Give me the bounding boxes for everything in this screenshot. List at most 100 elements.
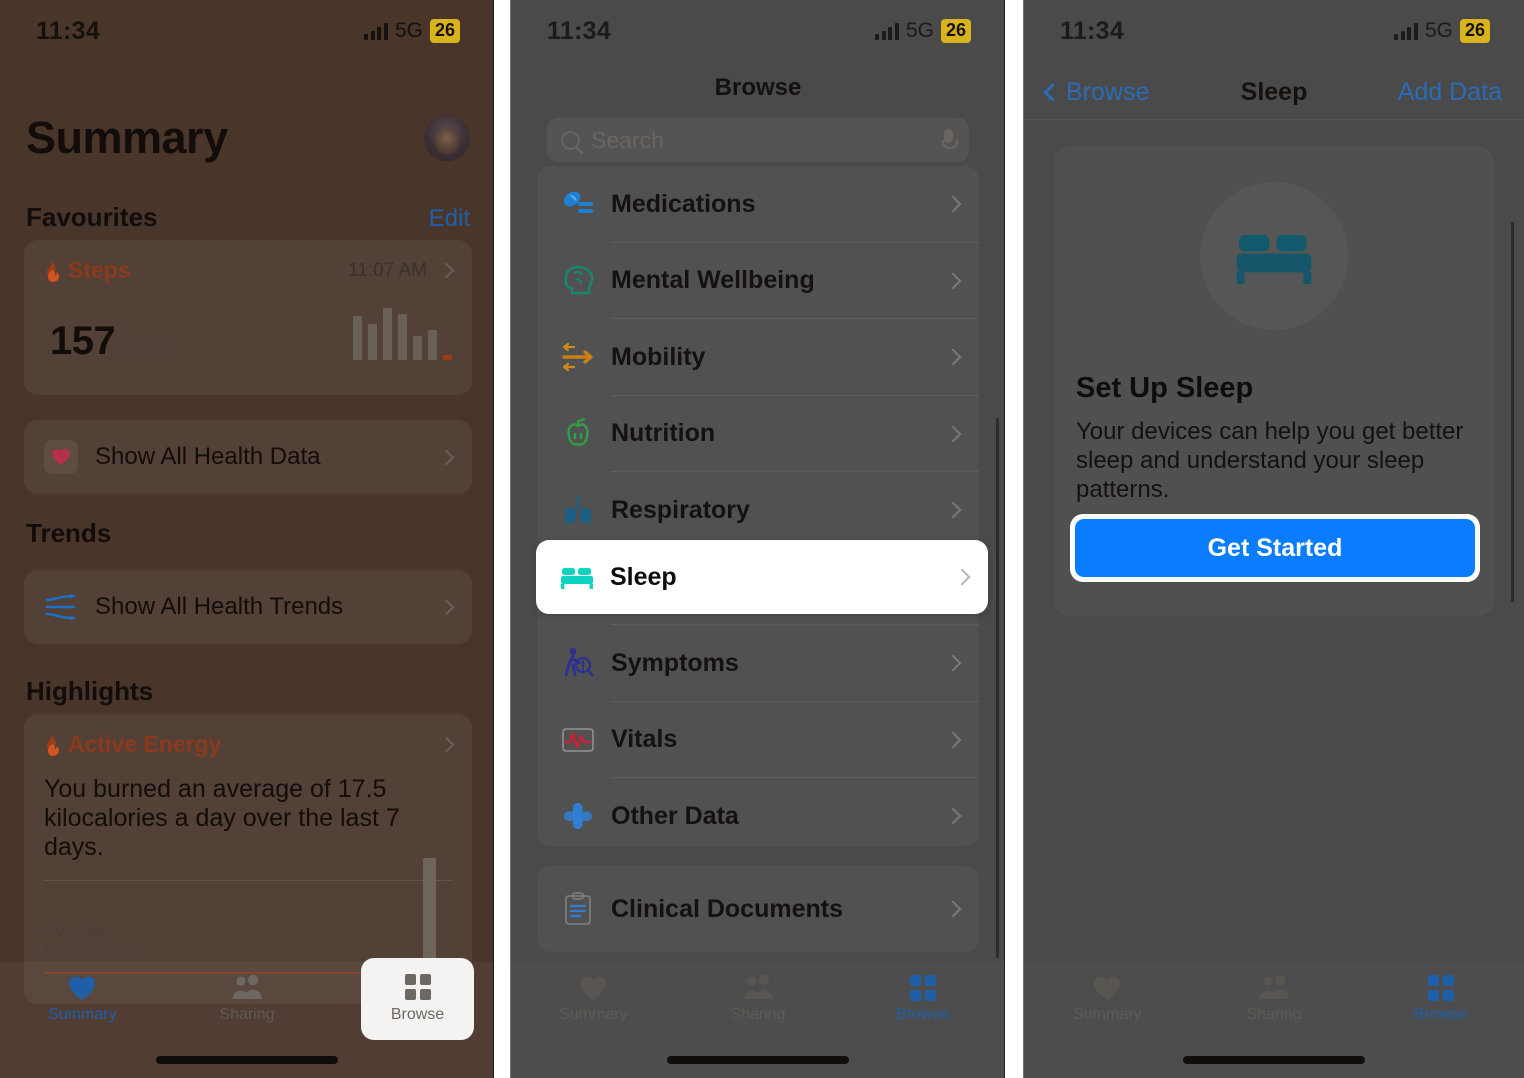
network-type-label: 5G (394, 19, 423, 42)
status-bar: 11:34 5G 26 (1024, 0, 1524, 62)
steps-value: 157 (50, 319, 116, 363)
status-bar: 11:34 5G 26 (0, 0, 494, 62)
tab-sharing[interactable]: Sharing (676, 975, 841, 1024)
microphone-icon[interactable] (941, 129, 958, 151)
tab-browse-label: Browse (896, 1006, 950, 1023)
edit-favourites-button[interactable]: Edit (429, 205, 470, 233)
highlights-section-header: Highlights (26, 676, 470, 707)
tab-browse[interactable]: Browse (1357, 975, 1524, 1024)
tab-bar: Summary Sharing Browse (1024, 962, 1524, 1078)
search-field[interactable]: Search (547, 118, 969, 162)
tab-browse[interactable]: Browse (840, 975, 1005, 1024)
cellular-bars-icon (364, 22, 388, 40)
tab-sharing[interactable]: Sharing (1191, 975, 1358, 1024)
list-item-clinical-documents[interactable]: Clinical Documents (537, 866, 979, 952)
home-indicator (1183, 1056, 1365, 1064)
highlight-browse-tab[interactable]: Browse (361, 958, 474, 1040)
tab-summary-label: Summary (559, 1006, 628, 1023)
list-item-label: Clinical Documents (611, 894, 843, 923)
status-bar: 11:34 5G 26 (511, 0, 1005, 62)
chevron-right-icon (944, 425, 962, 443)
trends-section-header: Trends (26, 518, 470, 549)
steps-timestamp: 11:07 AM (348, 259, 427, 281)
home-indicator (667, 1056, 849, 1064)
add-data-button[interactable]: Add Data (1398, 78, 1502, 107)
scrollbar[interactable] (1511, 222, 1514, 602)
steps-card[interactable]: Steps 11:07 AM 157 steps (24, 240, 472, 395)
active-energy-title: Active Energy (44, 731, 221, 758)
list-item-respiratory[interactable]: Respiratory (537, 472, 979, 549)
symptoms-icon (557, 647, 599, 679)
tab-sharing-label: Sharing (730, 1006, 786, 1023)
show-all-health-trends-label: Show All Health Trends (95, 593, 344, 620)
get-started-button[interactable]: Get Started (1075, 519, 1475, 577)
chart-bar (423, 858, 436, 968)
show-all-health-trends-row[interactable]: Show All Health Trends (24, 570, 472, 644)
avatar[interactable] (424, 115, 470, 161)
divider (44, 880, 452, 881)
tab-summary[interactable]: Summary (0, 975, 165, 1024)
list-item-label: Mental Wellbeing (611, 266, 815, 295)
panel-divider (493, 0, 494, 1078)
flame-icon (44, 259, 61, 282)
list-item-label: Other Data (611, 801, 739, 830)
network-type-label: 5G (1424, 19, 1453, 42)
tab-sharing[interactable]: Sharing (165, 975, 330, 1024)
cellular-bars-icon (875, 22, 899, 40)
set-up-sleep-description: Your devices can help you get better sle… (1076, 418, 1464, 504)
status-time: 11:34 (36, 16, 101, 45)
list-item-nutrition[interactable]: Nutrition (537, 396, 979, 472)
network-type-label: 5G (905, 19, 934, 42)
chevron-right-icon (944, 195, 962, 213)
grid-icon (404, 974, 431, 1000)
people-icon (232, 975, 262, 999)
active-energy-body: You burned an average of 17.5 kilocalori… (44, 775, 400, 861)
list-item-label: Symptoms (611, 648, 739, 677)
panel-divider (510, 0, 511, 1078)
status-time: 11:34 (547, 16, 612, 45)
chevron-right-icon (944, 900, 962, 918)
highlights-heading: Highlights (26, 676, 154, 706)
chevron-right-icon (944, 272, 962, 290)
tab-summary[interactable]: Summary (1024, 975, 1191, 1024)
tab-sharing-label: Sharing (1246, 1006, 1302, 1023)
chevron-right-icon (944, 807, 962, 825)
steps-label: Steps (68, 257, 131, 283)
list-item-label: Respiratory (611, 495, 750, 524)
tab-bar: Summary Sharing Browse (511, 962, 1005, 1078)
heart-icon (44, 440, 78, 474)
list-item-medications[interactable]: Medications (537, 166, 979, 243)
page-title: Summary (26, 112, 228, 163)
browse-screen: 11:34 5G 26 Browse Search Medications Me… (511, 0, 1005, 1078)
summary-header: Summary (26, 112, 470, 164)
trends-heading: Trends (26, 518, 112, 548)
highlight-get-started[interactable]: Get Started (1070, 514, 1480, 582)
highlight-browse-label: Browse (390, 1006, 445, 1023)
chevron-right-icon (438, 449, 455, 465)
highlight-sleep-label: Sleep (610, 562, 677, 591)
list-item-mental-wellbeing[interactable]: Mental Wellbeing (537, 243, 979, 319)
list-item-symptoms[interactable]: Symptoms (537, 625, 979, 702)
search-icon (561, 130, 580, 150)
chevron-right-icon (944, 654, 962, 672)
set-up-sleep-title: Set Up Sleep (1076, 372, 1254, 404)
battery-badge: 26 (1459, 19, 1490, 43)
list-item-other-data[interactable]: Other Data (537, 778, 979, 855)
people-icon (743, 975, 773, 999)
chevron-left-icon (1043, 83, 1062, 102)
show-all-health-data-label: Show All Health Data (95, 443, 321, 470)
list-item-label: Mobility (611, 342, 706, 371)
show-all-health-data-row[interactable]: Show All Health Data (24, 420, 472, 494)
list-item-mobility[interactable]: Mobility (537, 319, 979, 396)
list-item-label: Nutrition (611, 419, 716, 448)
highlight-sleep-row[interactable]: Sleep (536, 540, 988, 614)
navigation-bar: Browse Sleep Add Data (1024, 66, 1524, 120)
tab-summary-label: Summary (1073, 1006, 1142, 1023)
steps-sparkline-chart (353, 306, 452, 364)
list-item-vitals[interactable]: Vitals (537, 702, 979, 778)
list-item-label: Vitals (611, 725, 678, 754)
battery-badge: 26 (940, 19, 971, 43)
scrollbar[interactable] (996, 418, 999, 958)
back-to-browse-button[interactable]: Browse (1043, 78, 1149, 107)
tab-summary[interactable]: Summary (511, 975, 676, 1024)
